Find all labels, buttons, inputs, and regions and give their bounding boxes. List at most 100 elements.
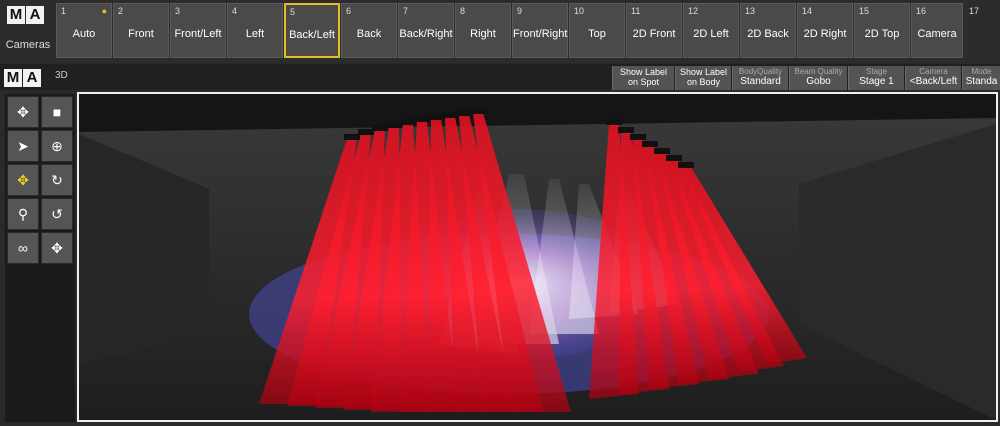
ma-logo-m: M [4,69,22,87]
option-value: <Back/Left [909,76,958,87]
fixture-head [470,108,486,114]
camera-label: Back/Right [399,28,453,40]
camera-label: Back [356,28,382,40]
camera-button-top[interactable]: 10 Top [569,3,625,58]
camera-number: 3 [175,6,181,16]
body-quality-select[interactable]: BodyQuality Standard [732,66,788,90]
stage-select[interactable]: Stage Stage 1 [848,66,904,90]
camera-button-back-left[interactable]: 5 Back/Left [284,3,340,58]
rotate-icon[interactable]: ↻ [41,164,73,196]
camera-number: 8 [460,6,466,16]
camera-label: 2D Right [803,28,847,40]
video-camera-icon[interactable]: ■ [41,96,73,128]
camera-button-2d-front[interactable]: 11 2D Front [626,3,682,58]
show-label-on-spot-toggle[interactable]: Show Label on Spot [612,66,674,90]
camera-label: Front/Right [513,28,568,40]
camera-number: 6 [346,6,352,16]
cameras-label: Cameras [5,39,51,51]
camera-label: 2D Top [864,28,900,40]
camera-number: 11 [631,6,641,16]
option-label: BodyQuality [738,67,783,76]
camera-button-back-right[interactable]: 7 Back/Right [398,3,454,58]
fixture-head [642,141,658,147]
option-label: Show Label [619,67,668,77]
option-value: Gobo [806,76,831,87]
ma-logo-m: M [7,6,25,24]
camera-button-2d-top[interactable]: 15 2D Top [854,3,910,58]
camera-label: Auto [72,28,96,40]
camera-label: Front [128,28,154,40]
ma-logo-a: A [23,69,41,87]
camera-button-back[interactable]: 6 Back [341,3,397,58]
ma-logo-a: A [26,6,44,24]
camera-select[interactable]: Camera <Back/Left [905,66,961,90]
fixture-head [386,122,402,128]
camera-pool-bar: M A Cameras 1 ● Auto 2 Front 3 Front/Lef… [0,0,1000,62]
camera-button-empty[interactable]: 17 [964,3,1000,58]
move-small-icon[interactable]: ✥ [41,232,73,264]
fixture-head [428,114,444,120]
camera-number: 12 [688,6,699,16]
camera-label: 2D Back [747,28,789,40]
camera-number: 13 [745,6,756,16]
camera-button-auto[interactable]: 1 ● Auto [56,3,112,58]
camera-button-left[interactable]: 4 Left [227,3,283,58]
camera-label: 2D Left [693,28,729,40]
option-label: Beam Quality [794,67,843,76]
option-label: Show Label [679,67,728,77]
camera-button-right[interactable]: 8 Right [455,3,511,58]
camera-label: Camera [917,28,957,40]
fixture-head [358,129,374,135]
camera-button-front[interactable]: 2 Front [113,3,169,58]
mode-select[interactable]: Mode Standa [962,66,1000,90]
fixture-head [630,134,646,140]
orbit-icon[interactable]: ↺ [41,198,73,230]
pointer-arrow-icon[interactable]: ➤ [7,130,39,162]
option-label: Stage [866,67,887,76]
camera-label: Top [588,28,606,40]
option-value: Standard [740,76,781,87]
camera-label: Right [470,28,496,40]
camera-number: 7 [403,6,409,16]
3d-viewport[interactable] [77,92,998,422]
fixture-head [606,119,622,125]
link-icon[interactable]: ∞ [7,232,39,264]
camera-label: Back/Left [289,29,335,41]
camera-number: 17 [969,6,980,16]
option-value: on Spot [627,77,660,87]
beam-quality-select[interactable]: Beam Quality Gobo [789,66,847,90]
camera-number: 4 [232,6,238,16]
fixture-head [678,162,694,168]
fixture-head [618,127,634,133]
option-value: Standa [965,76,998,87]
option-value: on Body [686,77,721,87]
show-label-on-body-toggle[interactable]: Show Label on Body [675,66,731,90]
fixture-head [414,116,430,122]
camera-number: 10 [574,6,585,16]
camera-number: 2 [118,6,124,16]
camera-button-2d-right[interactable]: 14 2D Right [797,3,853,58]
crosshair-icon[interactable]: ⊕ [41,130,73,162]
stage-render [79,94,996,420]
camera-label: Left [245,28,265,40]
option-value: Stage 1 [859,76,894,87]
fixture-head [666,155,682,161]
fixture-head [442,112,458,118]
fixture-head [372,125,388,131]
fixture-head [456,110,472,116]
zoom-icon[interactable]: ⚲ [7,198,39,230]
camera-button-2d-left[interactable]: 12 2D Left [683,3,739,58]
camera-number: 9 [517,6,523,16]
lock-icon: ● [101,6,107,16]
camera-number: 16 [916,6,927,16]
option-label: Camera [919,67,948,76]
camera-number: 15 [859,6,870,16]
pan-arrows-icon[interactable]: ✥ [7,164,39,196]
camera-button-2d-back[interactable]: 13 2D Back [740,3,796,58]
tool-palette: ✥ ■ ➤ ⊕ ✥ ↻ ⚲ ↺ ∞ ✥ [5,94,75,422]
move-arrows-icon[interactable]: ✥ [7,96,39,128]
window-title: 3D [55,70,68,81]
camera-button-front-right[interactable]: 9 Front/Right [512,3,568,58]
camera-button-camera[interactable]: 16 Camera [911,3,963,58]
camera-button-front-left[interactable]: 3 Front/Left [170,3,226,58]
